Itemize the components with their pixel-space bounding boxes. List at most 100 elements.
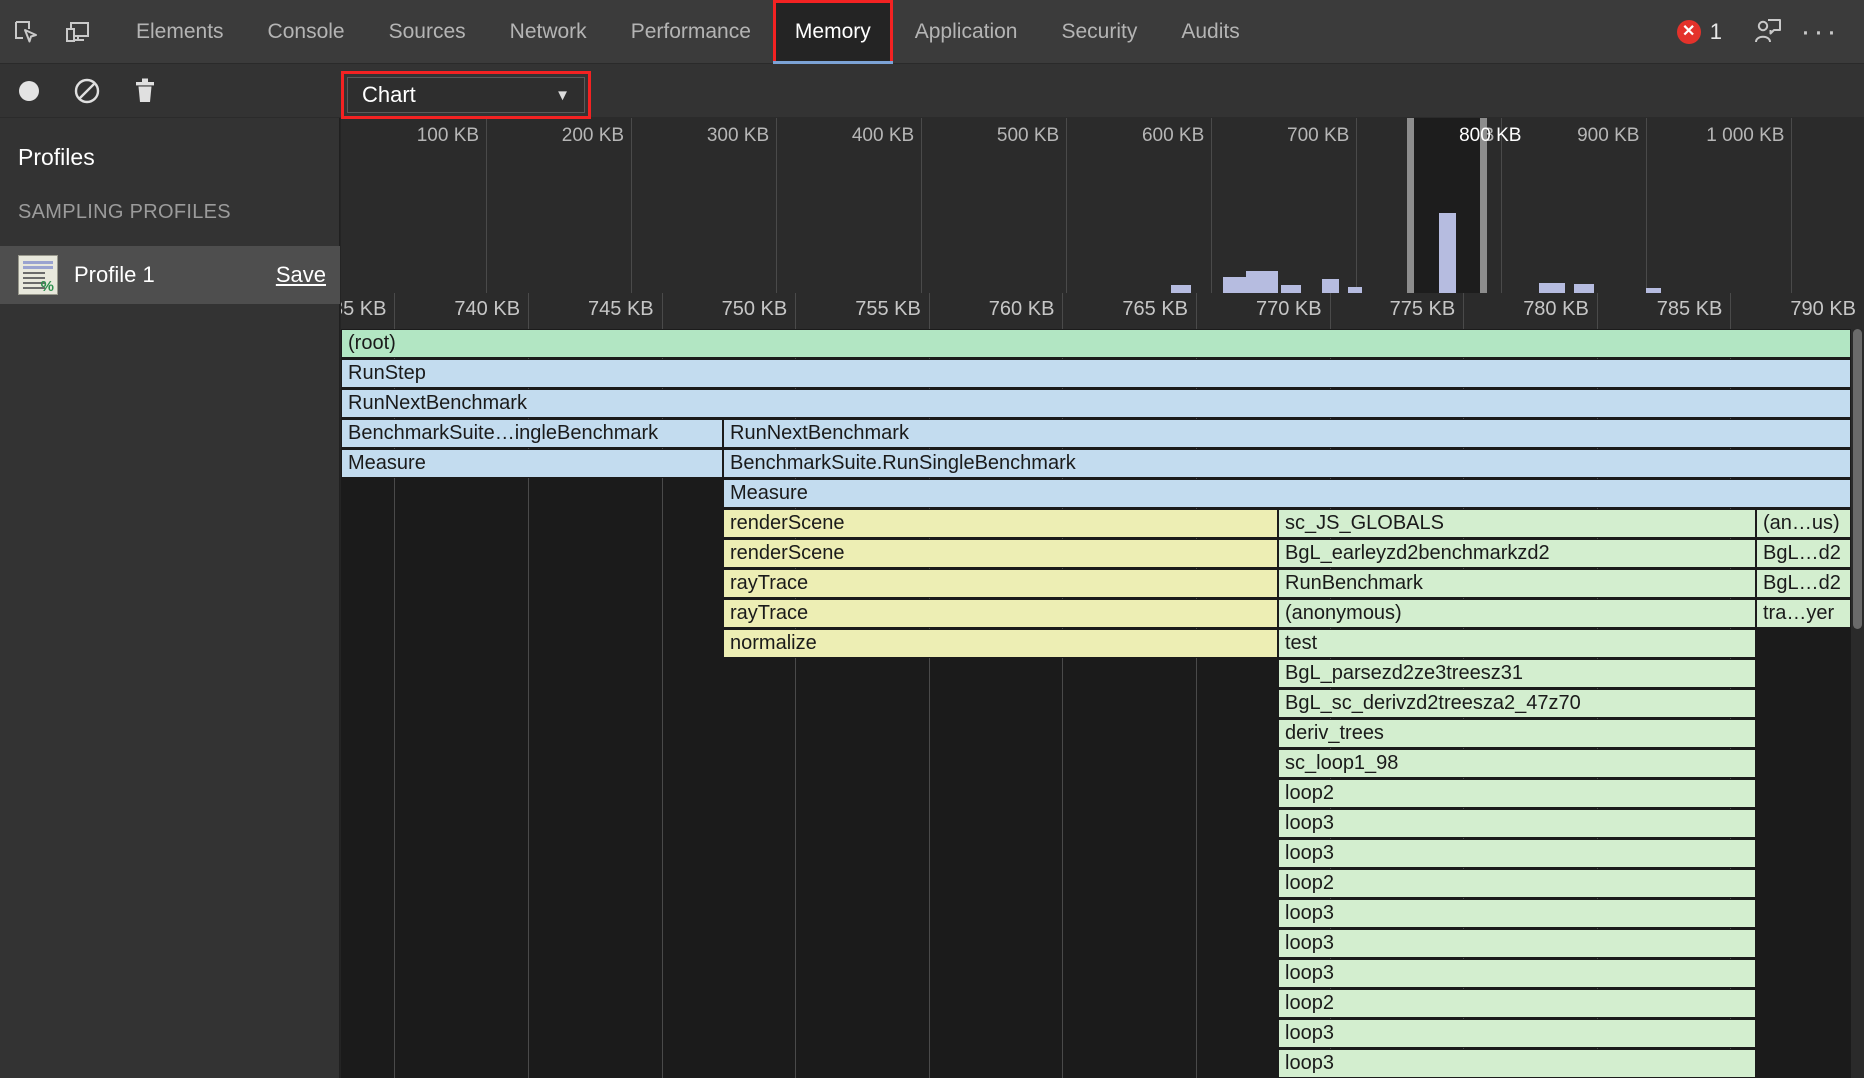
flame-chart-frame-label: BgL_parsezd2ze3treesz31 [1285,662,1523,685]
flame-chart-frame[interactable]: (root) [341,329,1851,358]
flame-chart-frame[interactable]: sc_loop1_98 [1278,749,1756,778]
more-options-icon[interactable]: ··· [1794,0,1846,64]
flame-chart-frame-label: BgL_sc_derivzd2treesza2_47z70 [1285,692,1581,715]
flame-chart-frame-label: BgL…d2 [1763,542,1841,565]
tab-memory[interactable]: Memory [773,0,893,64]
overview-tick: 200 KB [631,118,632,293]
flame-chart-frame[interactable]: tra…yer [1756,599,1851,628]
flame-chart-frame-label: loop2 [1285,872,1334,895]
flame-chart-frame-label: rayTrace [730,602,808,625]
flame-chart-frame[interactable]: BgL_sc_derivzd2treesza2_47z70 [1278,689,1756,718]
flame-chart-row: BenchmarkSuite…ingleBenchmarkRunNextBenc… [341,419,1864,449]
overview-bar [1574,284,1594,293]
flame-chart-frame[interactable]: loop2 [1278,989,1756,1018]
flame-chart-frame[interactable]: loop3 [1278,929,1756,958]
overview-tick-label: 400 KB [852,125,914,147]
flame-chart-row: RunNextBenchmark [341,389,1864,419]
allocation-flame-chart[interactable]: 735 KB740 KB745 KB750 KB755 KB760 KB765 … [341,293,1864,1078]
overview-tick-label: 900 KB [1577,125,1639,147]
flame-chart-frame[interactable]: BgL_parsezd2ze3treesz31 [1278,659,1756,688]
tab-elements[interactable]: Elements [114,0,246,64]
flame-chart-frame[interactable]: loop3 [1278,809,1756,838]
flame-chart-row: renderSceneBgL_earleyzd2benchmarkzd2 BgL…… [341,539,1864,569]
memory-toolbar [0,64,1864,118]
flame-ruler-tick-label: 775 KB [1390,298,1456,321]
flame-chart-frame[interactable]: loop3 [1278,1019,1756,1048]
flame-chart-frame[interactable]: rayTrace [723,599,1278,628]
flame-chart-frame[interactable]: deriv_trees [1278,719,1756,748]
tab-label: Security [1061,20,1137,44]
flame-chart-frame[interactable]: normalize [723,629,1278,658]
tab-security[interactable]: Security [1039,0,1159,64]
flame-chart-frame-label: sc_JS_GLOBALS [1285,512,1444,535]
sidebar-item-profile-1[interactable]: % Profile 1 Save [0,246,340,304]
flame-chart-row: rayTrace (anonymous)tra…yer [341,599,1864,629]
flame-chart-frame[interactable]: loop2 [1278,779,1756,808]
device-toolbar-icon[interactable] [52,0,104,64]
flame-chart-frame[interactable]: RunBenchmark [1278,569,1756,598]
tab-network[interactable]: Network [488,0,609,64]
flame-chart-frame[interactable]: RunNextBenchmark [341,389,1851,418]
inspect-element-icon[interactable] [0,0,52,64]
flame-ruler-tick-label: 765 KB [1122,298,1188,321]
flame-chart-frame[interactable]: loop3 [1278,839,1756,868]
flame-chart-frame[interactable]: BenchmarkSuite…ingleBenchmark [341,419,723,448]
flame-chart-frame[interactable]: (anonymous) [1278,599,1756,628]
flame-ruler-tick-label: 790 KB [1790,298,1856,321]
tab-audits[interactable]: Audits [1159,0,1261,64]
flame-chart-frame[interactable]: loop3 [1278,899,1756,928]
delete-button[interactable] [116,64,174,118]
tabbar-right-controls: ✕ 1 ··· [1677,0,1864,64]
flame-chart-frame-label: loop3 [1285,962,1334,985]
flame-chart-frame[interactable]: BgL…d2 [1756,539,1851,568]
flame-chart-frame[interactable]: renderScene [723,509,1278,538]
tab-sources[interactable]: Sources [367,0,488,64]
record-button[interactable] [0,64,58,118]
view-mode-select[interactable]: Chart ▼ [341,71,591,119]
flame-chart-frame[interactable]: RunNextBenchmark [723,419,1851,448]
flame-chart-row: BgL_parsezd2ze3treesz31 [341,659,1864,689]
flame-ruler-tick-label: 735 KB [341,298,386,321]
tab-console[interactable]: Console [246,0,367,64]
flame-chart-ruler: 735 KB740 KB745 KB750 KB755 KB760 KB765 … [341,293,1864,329]
flame-chart-frame[interactable]: Measure [341,449,723,478]
more-options-glyph: ··· [1801,17,1840,47]
allocation-overview-chart[interactable]: 100 KB200 KB300 KB400 KB500 KB600 KB700 … [341,118,1864,293]
view-mode-select-inner: Chart ▼ [347,77,585,113]
flame-chart-row: loop3 [341,809,1864,839]
tab-label: Console [268,20,345,44]
flame-chart-frame[interactable]: loop3 [1278,1049,1756,1078]
feedback-person-icon[interactable] [1742,0,1794,64]
panel-tabs: Elements Console Sources Network Perform… [114,0,1262,64]
flame-chart-frame[interactable]: rayTrace [723,569,1278,598]
flame-chart-row: loop3 [341,839,1864,869]
tab-label: Audits [1181,20,1239,44]
tab-label: Elements [136,20,224,44]
flame-chart-frame-label: deriv_trees [1285,722,1384,745]
flame-chart-frame[interactable]: sc_JS_GLOBALS [1278,509,1756,538]
flame-chart-frame[interactable]: loop2 [1278,869,1756,898]
flame-chart-scroll-thumb[interactable] [1853,329,1862,629]
flame-chart-frame[interactable]: RunStep [341,359,1851,388]
tab-application[interactable]: Application [893,0,1040,64]
flame-chart-row: loop2 [341,779,1864,809]
flame-chart-frame[interactable]: loop3 [1278,959,1756,988]
error-count-badge[interactable]: ✕ 1 [1677,19,1722,45]
flame-chart-row: loop3 [341,1019,1864,1049]
flame-chart-frame[interactable]: renderScene [723,539,1278,568]
flame-chart-frame[interactable]: test [1278,629,1756,658]
flame-chart-frame[interactable]: BgL…d2 [1756,569,1851,598]
flame-ruler-tick-label: 755 KB [855,298,921,321]
flame-chart-frame[interactable]: BgL_earleyzd2benchmarkzd2 [1278,539,1756,568]
save-profile-link[interactable]: Save [276,262,326,288]
flame-chart-scrollbar[interactable] [1851,329,1864,1078]
flame-chart-frame-label: test [1285,632,1317,655]
clear-button[interactable] [58,64,116,118]
flame-ruler-tick-label: 745 KB [588,298,654,321]
tab-performance[interactable]: Performance [609,0,773,64]
flame-chart-frame[interactable]: Measure [723,479,1851,508]
flame-chart-frame-label: BenchmarkSuite.RunSingleBenchmark [730,452,1076,475]
flame-chart-frame[interactable]: BenchmarkSuite.RunSingleBenchmark [723,449,1851,478]
flame-chart-row: loop3 [341,899,1864,929]
flame-chart-frame[interactable]: (an…us) [1756,509,1851,538]
